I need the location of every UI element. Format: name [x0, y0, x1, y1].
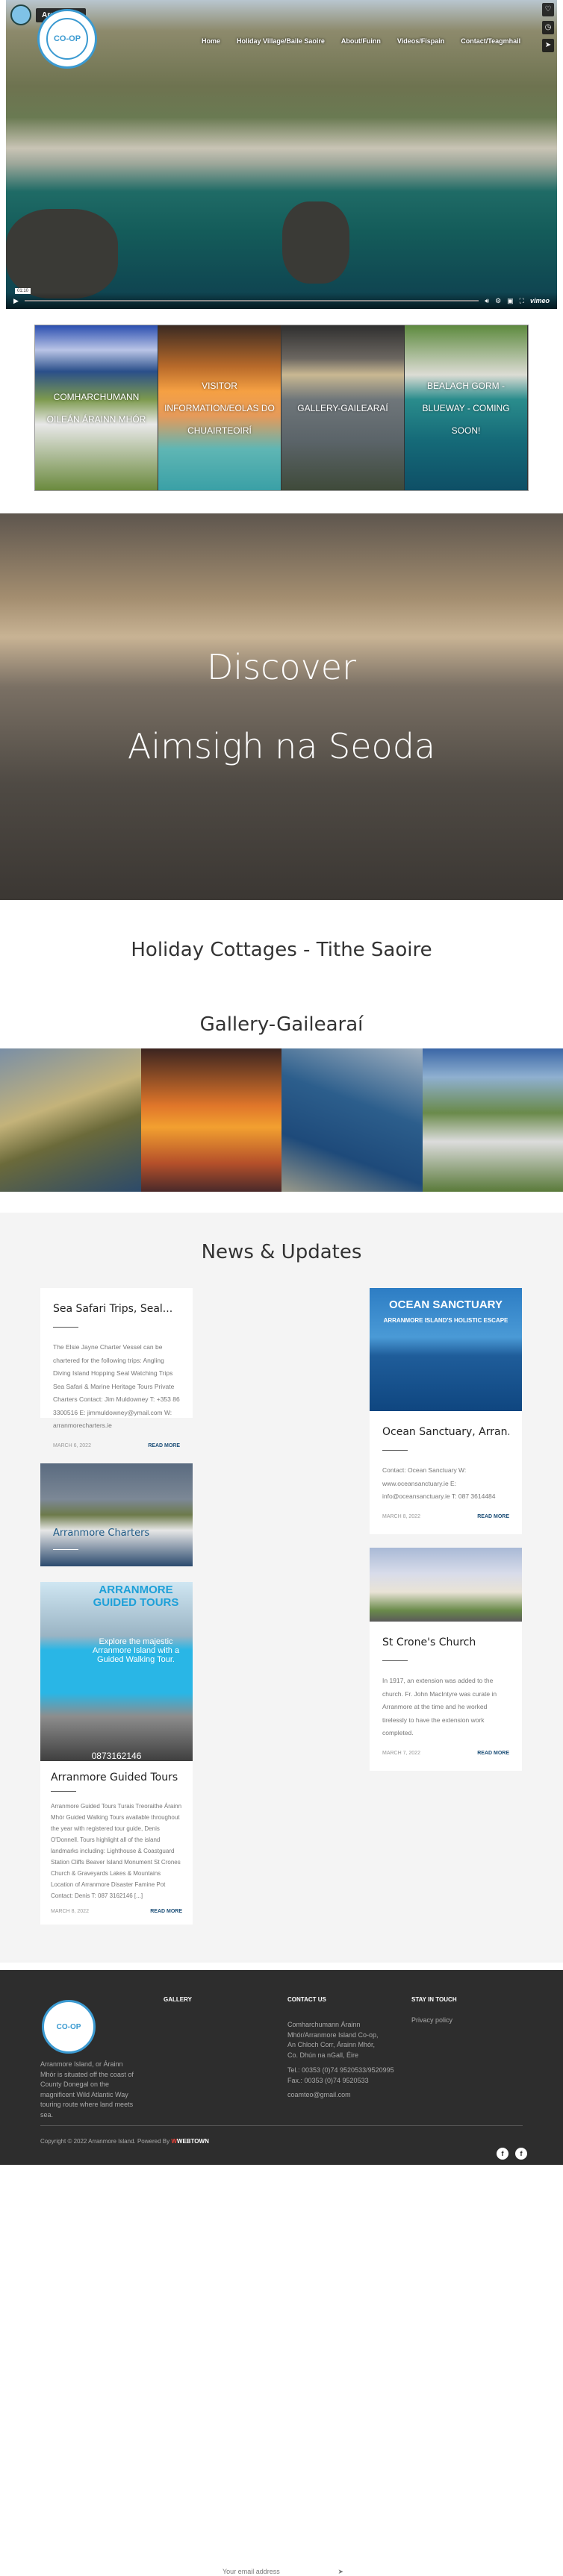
post-date: MARCH 8, 2022 [51, 1909, 89, 1914]
post-date: MARCH 7, 2022 [382, 1751, 420, 1756]
post-title[interactable]: St Crone's Church [382, 1636, 509, 1648]
channel-avatar[interactable] [10, 4, 31, 25]
post-image[interactable]: OCEAN SANCTUARY ARRANMORE ISLAND'S HOLIS… [370, 1288, 522, 1411]
footer: CO-OP Arranmore Island, or Árainn Mhór i… [0, 1970, 563, 2165]
hero-video[interactable]: Arranmore CO-OP Home Holiday Village/Bai… [6, 0, 557, 309]
heart-icon[interactable]: ♡ [542, 3, 554, 16]
post-image[interactable] [370, 1548, 522, 1622]
facebook-icon[interactable]: f [497, 2148, 508, 2160]
discover-title: Discover [207, 647, 356, 687]
post-card: ARRANMORE GUIDED TOURS Explore the majes… [40, 1582, 193, 1925]
read-more-link[interactable]: READ MORE [150, 1909, 182, 1914]
news-heading: News & Updates [0, 1241, 563, 1263]
webtown-link[interactable]: WEBTOWN [177, 2138, 209, 2145]
copyright: Copyright © 2022 Arranmore Island. Power… [40, 2136, 209, 2147]
gallery-strip [0, 1048, 563, 1192]
nav-contact[interactable]: Contact/Teagmhail [461, 37, 520, 45]
post-excerpt: Contact: Ocean Sanctuary W: www.oceansan… [382, 1464, 509, 1504]
fullscreen-icon[interactable]: ⛶ [520, 297, 524, 305]
privacy-policy-link[interactable]: Privacy policy [411, 2016, 452, 2026]
play-icon[interactable]: ▶ [13, 297, 19, 305]
vimeo-logo[interactable]: vimeo [530, 297, 550, 304]
feature-tiles: COMHARCHUMANN OILEÁN ÁRAINN MHÓR VISITOR… [34, 325, 529, 491]
nav-videos[interactable]: Videos/Fispain [397, 37, 444, 45]
footer-logo[interactable]: CO-OP [42, 2000, 96, 2054]
cottages-heading: Holiday Cottages - Tithe Saoire [0, 939, 563, 961]
volume-icon[interactable]: 🔊︎ [485, 297, 489, 305]
gallery-image[interactable] [141, 1048, 282, 1192]
read-more-link[interactable]: READ MORE [477, 1514, 509, 1519]
discover-banner: Discover Aimsigh na Seoda [0, 513, 563, 900]
footer-address: Comharchumann Árainn Mhór/Arranmore Isla… [287, 2020, 381, 2060]
site-logo[interactable]: CO-OP [37, 9, 97, 69]
newsletter-title: Newsletter [217, 2508, 343, 2519]
gallery-heading: Gallery-Gailearaí [0, 1013, 563, 1036]
post-card: OCEAN SANCTUARY ARRANMORE ISLAND'S HOLIS… [370, 1288, 522, 1534]
read-more-link[interactable]: READ MORE [148, 1443, 180, 1448]
post-title[interactable]: Sea Safari Trips, Seal... [53, 1303, 180, 1315]
newsletter: Newsletter Subscribe to our newsletter a… [217, 2508, 343, 2576]
gallery-image[interactable] [0, 1048, 141, 1192]
post-card: St Crone's Church In 1917, an extension … [370, 1548, 522, 1771]
post-date: MARCH 6, 2022 [53, 1443, 91, 1448]
nav-holiday-village[interactable]: Holiday Village/Baile Saoire [237, 37, 325, 45]
post-card-charters[interactable]: Arranmore Charters [40, 1463, 193, 1566]
post-image[interactable]: ARRANMORE GUIDED TOURS Explore the majes… [40, 1582, 193, 1761]
gallery-image[interactable] [282, 1048, 423, 1192]
newsletter-text: Subscribe to our newsletter and get uniq… [217, 2538, 343, 2557]
footer-email[interactable]: coamteo@gmail.com [287, 2090, 351, 2101]
footer-fax: Fax.: 00353 (0)74 9520533 [287, 2076, 407, 2086]
news-section: News & Updates Sea Safari Trips, Seal...… [0, 1213, 563, 1963]
post-card: Sea Safari Trips, Seal... The Elsie Jayn… [40, 1288, 193, 1418]
share-icon[interactable]: ➤ [542, 39, 554, 52]
gear-icon[interactable]: ⚙ [495, 297, 501, 305]
clock-icon[interactable]: ◷ [542, 21, 554, 34]
main-nav: Home Holiday Village/Baile Saoire About/… [202, 37, 520, 45]
footer-tel: Tel.: 00353 (0)74 9520533/9520995 [287, 2066, 407, 2076]
footer-gallery-heading: GALLERY [164, 1996, 192, 2003]
footer-stay-heading: STAY IN TOUCH [411, 1996, 457, 2003]
post-date: MARCH 8, 2022 [382, 1514, 420, 1519]
video-controls: ▶ 🔊︎ ⚙ ▣ ⛶ vimeo [6, 293, 557, 309]
discover-subtitle: Aimsigh na Seoda [128, 726, 435, 766]
pip-icon[interactable]: ▣ [507, 297, 514, 305]
gallery-image[interactable] [423, 1048, 563, 1192]
send-icon[interactable]: ➤ [338, 2568, 343, 2576]
post-title[interactable]: Ocean Sanctuary, Arran... [382, 1426, 509, 1438]
tile-visitor-information[interactable]: VISITOR INFORMATION/EOLAS DO CHUAIRTEOIR… [158, 325, 282, 490]
post-excerpt: In 1917, an extension was added to the c… [382, 1675, 509, 1740]
footer-contact-heading: CONTACT US [287, 1996, 326, 2003]
tile-gallery[interactable]: GALLERY-GAILEARAÍ [282, 325, 405, 490]
nav-about[interactable]: About/Fuinn [341, 37, 381, 45]
video-progress-bar[interactable] [25, 300, 479, 301]
post-title[interactable]: Arranmore Guided Tours [51, 1772, 182, 1783]
footer-about: Arranmore Island, or Árainn Mhór is situ… [40, 2060, 134, 2120]
tile-blueway[interactable]: BEALACH GORM - BLUEWAY - COMING SOON! [405, 325, 528, 490]
post-excerpt: The Elsie Jayne Charter Vessel can be ch… [53, 1341, 180, 1433]
facebook-icon[interactable]: f [515, 2148, 527, 2160]
post-title[interactable]: Arranmore Charters [53, 1528, 180, 1539]
nav-home[interactable]: Home [202, 37, 220, 45]
read-more-link[interactable]: READ MORE [477, 1751, 509, 1756]
post-excerpt: Arranmore Guided Tours Turais Treoraithe… [51, 1801, 182, 1901]
tile-comharchumann[interactable]: COMHARCHUMANN OILEÁN ÁRAINN MHÓR [35, 325, 158, 490]
email-input[interactable]: Your email address➤ [217, 2568, 343, 2576]
